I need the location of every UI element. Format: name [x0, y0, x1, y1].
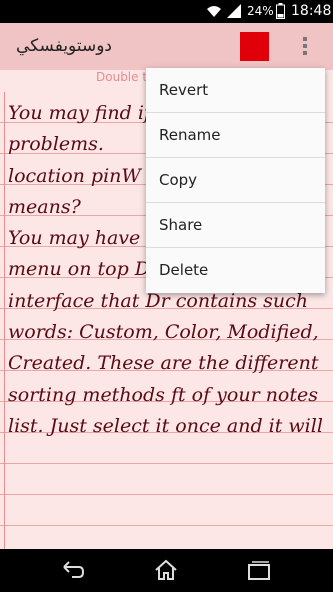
note-title[interactable]: دوستويفسكي — [16, 36, 112, 56]
recent-apps-icon[interactable] — [246, 559, 272, 581]
battery-icon — [276, 3, 285, 19]
menu-item-rename[interactable]: Rename — [146, 113, 325, 158]
margin-line — [4, 92, 5, 549]
battery-percent: 24% — [247, 4, 274, 18]
overflow-dropdown-menu: Revert Rename Copy Share Delete — [146, 68, 325, 293]
home-icon[interactable] — [153, 559, 179, 581]
color-picker-button[interactable] — [240, 32, 269, 61]
hint-text: Double t — [96, 70, 148, 84]
signal-icon — [227, 4, 241, 18]
overflow-menu-icon[interactable] — [300, 35, 310, 59]
menu-item-revert[interactable]: Revert — [146, 68, 325, 113]
action-bar: دوستويفسكي — [0, 23, 333, 70]
status-bar: 24% 18:48 — [0, 0, 333, 23]
menu-item-copy[interactable]: Copy — [146, 158, 325, 203]
navigation-bar — [0, 549, 333, 592]
clock: 18:48 — [291, 3, 332, 19]
menu-item-share[interactable]: Share — [146, 203, 325, 248]
menu-item-delete[interactable]: Delete — [146, 248, 325, 293]
back-icon[interactable] — [60, 559, 86, 581]
wifi-icon — [207, 6, 221, 17]
